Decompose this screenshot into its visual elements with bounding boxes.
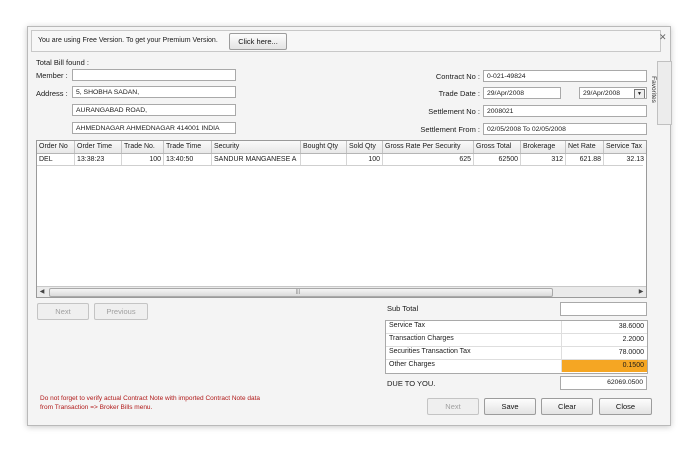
free-version-text: You are using Free Version. To get your … bbox=[38, 37, 218, 44]
total-bill-label: Total Bill found : bbox=[36, 58, 89, 67]
col-brokerage[interactable]: Brokerage bbox=[521, 141, 566, 153]
contract-note-window: You are using Free Version. To get your … bbox=[27, 26, 672, 426]
free-version-banner: You are using Free Version. To get your … bbox=[31, 30, 661, 52]
sub-total-label: Sub Total bbox=[387, 304, 419, 313]
horizontal-scrollbar[interactable]: ◀ ||| ▶ bbox=[37, 286, 646, 297]
col-service-tax[interactable]: Service Tax bbox=[604, 141, 646, 153]
grip-icon: ||| bbox=[296, 289, 300, 295]
col-bought-qty[interactable]: Bought Qty bbox=[301, 141, 347, 153]
verification-note: Do not forget to verify actual Contract … bbox=[40, 395, 261, 411]
settlement-no-label: Settlement No : bbox=[428, 107, 480, 116]
grid-next-label: Next bbox=[55, 307, 71, 316]
col-security[interactable]: Security bbox=[212, 141, 301, 153]
scroll-left-icon[interactable]: ◀ bbox=[37, 287, 47, 297]
list-item: Securities Transaction Tax 78.0000 bbox=[386, 347, 647, 360]
trade-date-label: Trade Date : bbox=[438, 89, 480, 98]
col-net-rate[interactable]: Net Rate bbox=[566, 141, 604, 153]
list-item: Transaction Charges 2.2000 bbox=[386, 334, 647, 347]
col-order-no[interactable]: Order No bbox=[37, 141, 75, 153]
scroll-right-icon[interactable]: ▶ bbox=[636, 287, 646, 297]
address-line-2-field[interactable]: AURANGABAD ROAD, bbox=[72, 104, 236, 116]
trades-grid[interactable]: Order No Order Time Trade No. Trade Time… bbox=[36, 140, 647, 298]
stt-label: Securities Transaction Tax bbox=[389, 348, 471, 355]
other-charges-label: Other Charges bbox=[389, 361, 435, 368]
member-label: Member : bbox=[36, 71, 68, 80]
contract-no-label: Contract No : bbox=[435, 72, 480, 81]
col-sold-qty[interactable]: Sold Qty bbox=[347, 141, 383, 153]
col-gross-rate[interactable]: Gross Rate Per Security bbox=[383, 141, 474, 153]
grid-previous-label: Previous bbox=[106, 307, 136, 316]
settlement-no-field[interactable]: 2008021 bbox=[483, 105, 647, 117]
address-line-1-field[interactable]: 5, SHOBHA SADAN, bbox=[72, 86, 236, 98]
save-button[interactable]: Save bbox=[484, 398, 536, 415]
charges-table: Service Tax 38.6000 Transaction Charges … bbox=[385, 320, 648, 374]
due-label: DUE TO YOU. bbox=[387, 379, 436, 388]
close-button[interactable]: Close bbox=[599, 398, 652, 415]
click-here-button[interactable]: Click here... bbox=[229, 33, 287, 50]
col-order-time[interactable]: Order Time bbox=[75, 141, 122, 153]
sub-total-field[interactable] bbox=[560, 302, 647, 316]
favorites-side-tab[interactable]: Favorites bbox=[650, 61, 672, 125]
trade-date-field[interactable]: 29/Apr/2008 bbox=[483, 87, 561, 99]
transaction-charges-label: Transaction Charges bbox=[389, 335, 454, 342]
other-charges-value[interactable]: 0.1500 bbox=[561, 360, 647, 372]
close-button-label: Close bbox=[615, 402, 636, 411]
member-field[interactable] bbox=[72, 69, 236, 81]
next-button-label: Next bbox=[445, 402, 461, 411]
service-tax-label: Service Tax bbox=[389, 322, 426, 329]
row-divider bbox=[37, 165, 643, 166]
col-gross-total[interactable]: Gross Total bbox=[474, 141, 521, 153]
favorites-tab-label: Favorites bbox=[649, 76, 657, 103]
col-trade-time[interactable]: Trade Time bbox=[164, 141, 212, 153]
settlement-from-field[interactable]: 02/05/2008 To 02/05/2008 bbox=[483, 123, 647, 135]
clear-button[interactable]: Clear bbox=[541, 398, 593, 415]
due-amount-field[interactable]: 62069.0500 bbox=[560, 376, 647, 390]
grid-header: Order No Order Time Trade No. Trade Time… bbox=[37, 141, 646, 154]
trade-date-dropdown[interactable]: 29/Apr/2008 ▼ bbox=[579, 87, 647, 99]
list-item: Other Charges 0.1500 bbox=[386, 360, 647, 372]
trade-date-dropdown-value: 29/Apr/2008 bbox=[583, 90, 621, 97]
contract-no-field[interactable]: 0-021-49824 bbox=[483, 70, 647, 82]
save-button-label: Save bbox=[501, 402, 519, 411]
settlement-from-label: Settlement From : bbox=[420, 125, 480, 134]
stt-value[interactable]: 78.0000 bbox=[561, 347, 647, 359]
col-trade-no[interactable]: Trade No. bbox=[122, 141, 164, 153]
address-line-3-field[interactable]: AHMEDNAGAR AHMEDNAGAR 414001 INDIA bbox=[72, 122, 236, 134]
clear-button-label: Clear bbox=[558, 402, 576, 411]
next-button[interactable]: Next bbox=[427, 398, 479, 415]
scrollbar-thumb[interactable]: ||| bbox=[49, 288, 553, 297]
service-tax-value[interactable]: 38.6000 bbox=[561, 321, 647, 333]
close-icon[interactable]: ✕ bbox=[659, 32, 667, 43]
list-item: Service Tax 38.6000 bbox=[386, 321, 647, 334]
grid-next-button[interactable]: Next bbox=[37, 303, 89, 320]
transaction-charges-value[interactable]: 2.2000 bbox=[561, 334, 647, 346]
address-label: Address : bbox=[36, 89, 68, 98]
grid-previous-button[interactable]: Previous bbox=[94, 303, 148, 320]
chevron-down-icon[interactable]: ▼ bbox=[634, 89, 645, 98]
